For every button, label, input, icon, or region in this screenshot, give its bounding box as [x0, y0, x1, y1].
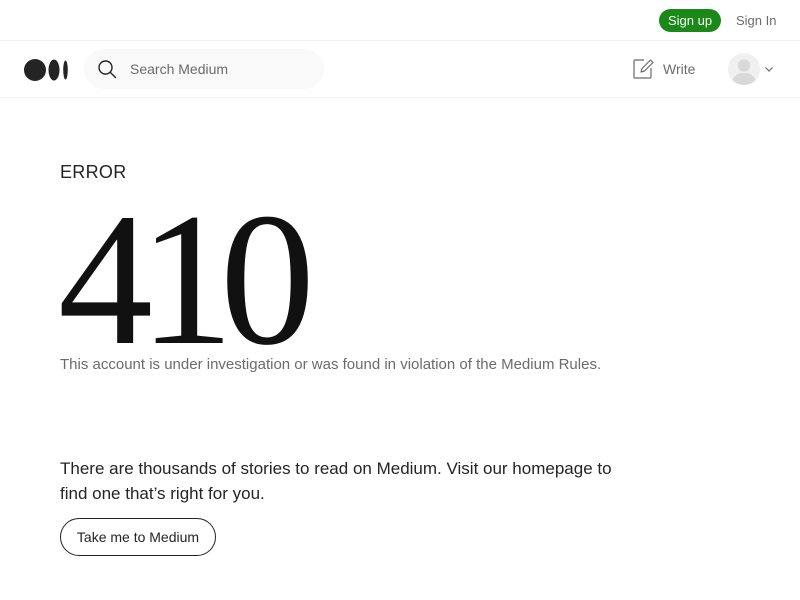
user-avatar-icon — [728, 53, 760, 85]
search-icon — [98, 60, 117, 79]
search-input[interactable] — [130, 59, 310, 79]
main-navbar: Write — [0, 41, 800, 98]
write-label: Write — [663, 61, 696, 77]
error-message: This account is under investigation or w… — [60, 356, 602, 373]
search-box[interactable] — [84, 49, 324, 89]
take-me-to-medium-button[interactable]: Take me to Medium — [60, 518, 216, 556]
error-code: 410 — [58, 175, 315, 385]
user-menu-button[interactable] — [728, 53, 776, 85]
chevron-down-icon — [765, 67, 773, 72]
sign-up-button[interactable]: Sign up — [659, 9, 721, 32]
write-icon — [633, 59, 654, 79]
promo-text: There are thousands of stories to read o… — [60, 459, 612, 503]
sign-in-link[interactable]: Sign In — [736, 9, 776, 32]
medium-logo-icon[interactable] — [24, 58, 70, 82]
top-utility-bar: Sign up Sign In — [0, 0, 800, 41]
